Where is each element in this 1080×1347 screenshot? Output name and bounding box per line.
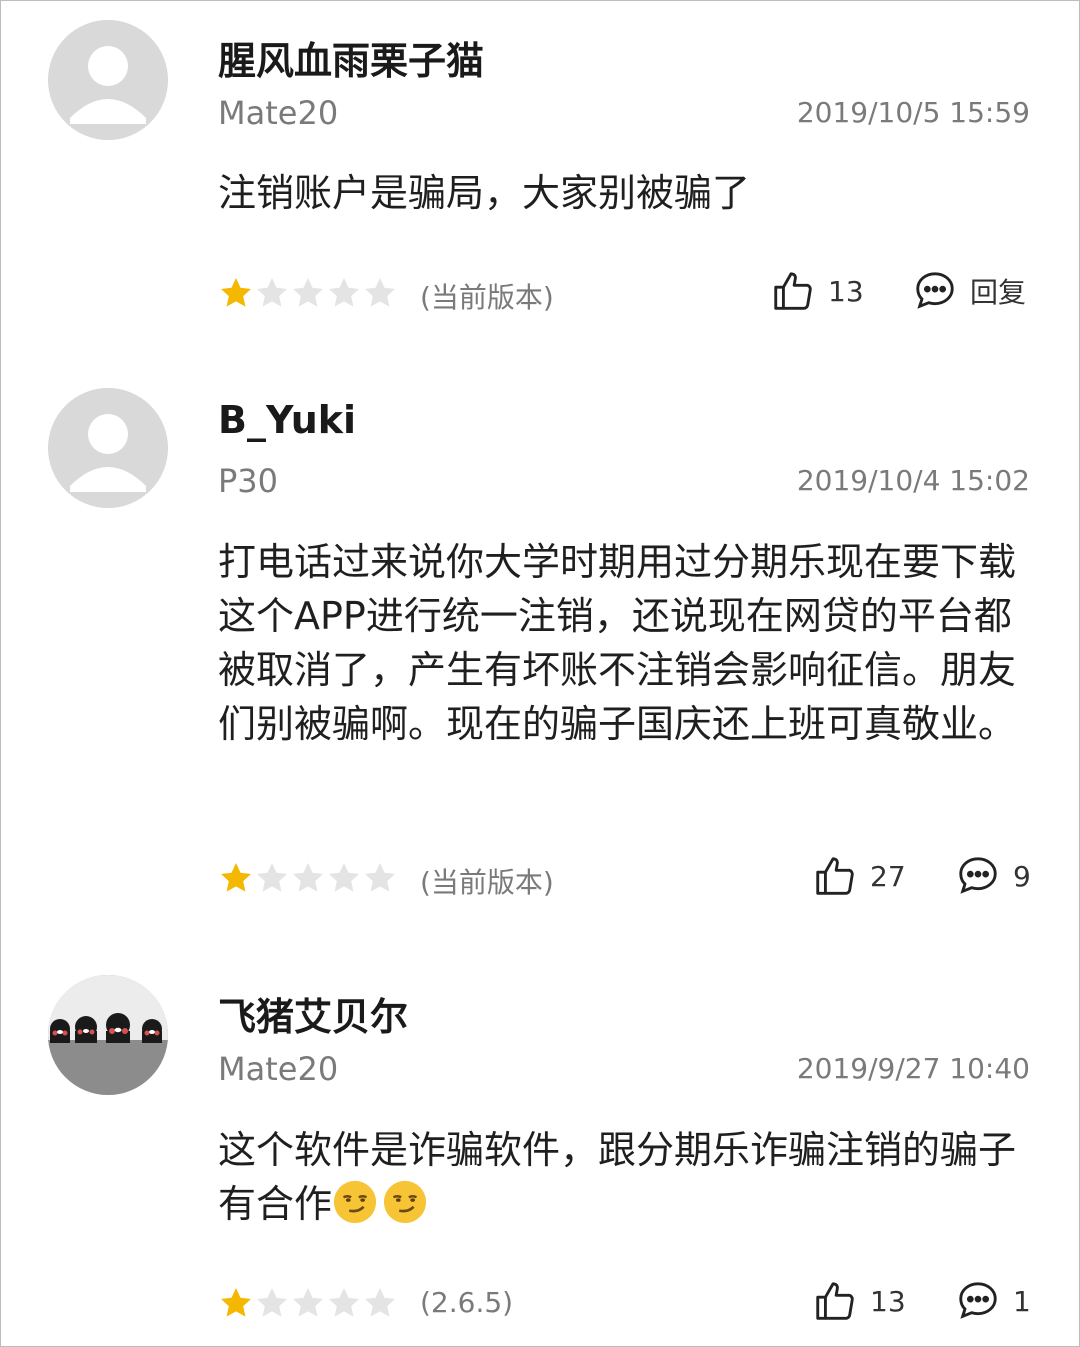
comment-icon xyxy=(959,1282,997,1319)
star-filled-icon xyxy=(221,1288,251,1317)
thumbs-up-icon xyxy=(816,857,854,895)
like-count: 13 xyxy=(870,1284,906,1318)
user-avatar[interactable] xyxy=(48,20,168,140)
star-rating xyxy=(218,860,398,896)
username[interactable]: 腥风血雨栗子猫 xyxy=(218,30,484,85)
review-content: 注销账户是骗局，大家别被骗了 xyxy=(218,171,751,215)
reply-label: 回复 xyxy=(970,276,1027,309)
thumbs-up-icon xyxy=(816,1282,854,1320)
bear-group-avatar xyxy=(48,975,168,1095)
like-count: 13 xyxy=(828,274,864,308)
thumbs-up-icon xyxy=(774,272,812,310)
star-empty-icon xyxy=(365,278,395,307)
star-empty-icon xyxy=(365,863,395,892)
star-empty-icon xyxy=(293,863,323,892)
star-empty-icon xyxy=(293,278,323,307)
reply-button[interactable]: 9 xyxy=(955,853,1031,899)
like-button[interactable]: 13 xyxy=(812,1278,906,1324)
comment-icon xyxy=(916,272,954,309)
reply-count: 9 xyxy=(1013,859,1031,893)
star-filled-icon xyxy=(221,278,251,307)
username[interactable]: 飞猪艾贝尔 xyxy=(218,986,408,1041)
app-version: (当前版本) xyxy=(420,281,554,314)
star-empty-icon xyxy=(257,278,287,307)
star-empty-icon xyxy=(329,278,359,307)
star-rating xyxy=(218,275,398,311)
star-filled-icon xyxy=(221,863,251,892)
review-content: 打电话过来说你大学时期用过分期乐现在要下载这个APP进行统一注销，还说现在网贷的… xyxy=(218,540,1017,746)
star-empty-icon xyxy=(257,863,287,892)
app-version: (当前版本) xyxy=(420,866,554,899)
like-count: 27 xyxy=(870,859,906,893)
review-date: 2019/9/27 10:40 xyxy=(796,1052,1030,1085)
user-avatar[interactable] xyxy=(48,388,168,508)
review-date: 2019/10/4 15:02 xyxy=(796,464,1030,497)
star-empty-icon xyxy=(365,1288,395,1317)
review-content: 这个软件是诈骗软件，跟分期乐诈骗注销的骗子有合作 xyxy=(218,1123,1018,1231)
username[interactable]: B_Yuki xyxy=(218,398,356,442)
like-button[interactable]: 13 xyxy=(770,268,864,314)
device-model: Mate20 xyxy=(218,94,339,132)
reply-count: 1 xyxy=(1013,1284,1031,1318)
review-date: 2019/10/5 15:59 xyxy=(796,96,1030,129)
user-avatar[interactable] xyxy=(48,975,168,1095)
device-model: P30 xyxy=(218,462,279,500)
smirk-emoji xyxy=(383,1180,427,1224)
star-empty-icon xyxy=(257,1288,287,1317)
device-model: Mate20 xyxy=(218,1050,339,1088)
smirk-emoji xyxy=(333,1180,377,1224)
default-user-icon xyxy=(48,20,168,140)
default-user-icon xyxy=(48,388,168,508)
reply-button[interactable]: 回复 xyxy=(912,268,1026,314)
app-version: (2.6.5) xyxy=(420,1286,514,1319)
star-empty-icon xyxy=(329,863,359,892)
star-rating xyxy=(218,1285,398,1321)
like-button[interactable]: 27 xyxy=(812,853,906,899)
reply-button[interactable]: 1 xyxy=(955,1278,1031,1324)
comment-icon xyxy=(959,857,997,894)
star-empty-icon xyxy=(329,1288,359,1317)
star-empty-icon xyxy=(293,1288,323,1317)
